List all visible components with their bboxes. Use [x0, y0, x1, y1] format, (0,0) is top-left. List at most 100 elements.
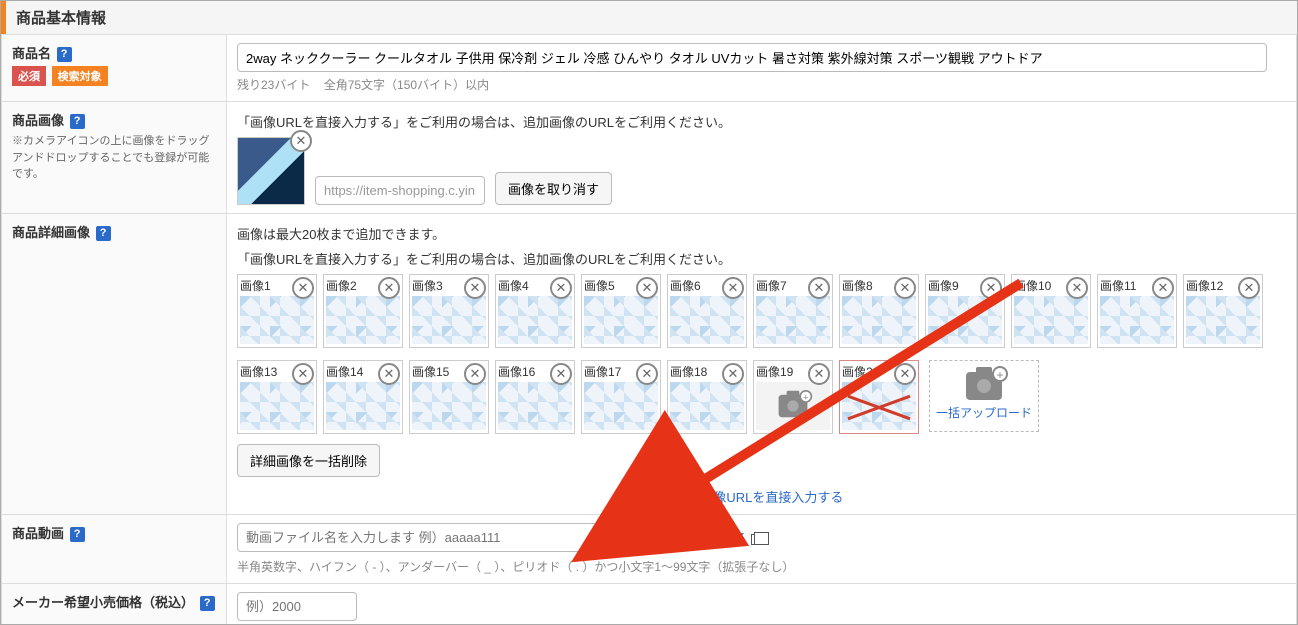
cancel-image-button[interactable]: 画像を取り消す — [495, 172, 612, 205]
detail-image-thumb[interactable]: 画像8✕ — [839, 274, 919, 348]
remove-image-button[interactable]: ✕ — [808, 277, 830, 299]
detail-image-preview — [928, 296, 1002, 344]
name-hint-right: 全角75文字（150バイト）以内 — [324, 78, 489, 92]
help-icon[interactable]: ? — [57, 47, 72, 62]
form-table: 商品名 ? 必須 検索対象 残り23バイト 全角75文字（150バイト）以内 商… — [1, 34, 1297, 625]
detail-note2: 「画像URLを直接入力する」をご利用の場合は、追加画像のURLをご利用ください。 — [237, 249, 1286, 268]
detail-image-thumb[interactable]: 画像7✕ — [753, 274, 833, 348]
remove-image-button[interactable]: ✕ — [1066, 277, 1088, 299]
remove-image-button[interactable]: ✕ — [1238, 277, 1260, 299]
badge-required: 必須 — [12, 66, 46, 86]
detail-image-thumb[interactable]: 画像10✕ — [1011, 274, 1091, 348]
external-link-icon — [751, 534, 764, 545]
detail-image-thumb[interactable]: 画像15✕ — [409, 360, 489, 434]
video-manage-link[interactable]: 動画管理一覧を見る — [630, 528, 764, 547]
row-video-label-cell: 商品動画 ? — [2, 515, 227, 584]
empty-image-slot[interactable]: + — [756, 382, 830, 430]
remove-image-button[interactable]: ✕ — [722, 277, 744, 299]
detail-image-preview — [1014, 296, 1088, 344]
detail-image-thumb[interactable]: 画像6✕ — [667, 274, 747, 348]
detail-image-thumb[interactable]: 画像1✕ — [237, 274, 317, 348]
detail-image-preview — [670, 296, 744, 344]
form-panel: 商品基本情報 商品名 ? 必須 検索対象 残り23バイト 全角75文字（150バ… — [0, 0, 1298, 625]
remove-image-button[interactable]: ✕ — [894, 277, 916, 299]
crossed-out-icon — [842, 382, 916, 430]
help-icon[interactable]: ? — [70, 527, 85, 542]
remove-image-button[interactable]: ✕ — [1152, 277, 1174, 299]
detail-image-preview — [1186, 296, 1260, 344]
detail-image-thumb[interactable]: 画像17✕ — [581, 360, 661, 434]
detail-image-thumb[interactable]: 画像20✕ — [839, 360, 919, 434]
camera-icon: + — [779, 395, 808, 417]
detail-image-grid: 画像1✕画像2✕画像3✕画像4✕画像5✕画像6✕画像7✕画像8✕画像9✕画像10… — [237, 274, 1286, 434]
image-label: 商品画像 — [12, 113, 64, 128]
bulk-upload-dropzone[interactable]: +一括アップロード — [929, 360, 1039, 432]
detail-image-thumb[interactable]: 画像16✕ — [495, 360, 575, 434]
detail-image-preview — [498, 296, 572, 344]
detail-image-preview — [412, 296, 486, 344]
detail-image-preview — [670, 382, 744, 430]
camera-icon: + — [966, 372, 1002, 400]
detail-image-thumb[interactable]: 画像19+✕ — [753, 360, 833, 434]
remove-image-button[interactable]: ✕ — [550, 363, 572, 385]
name-hint-left: 残り23バイト — [237, 78, 310, 92]
detail-image-preview — [842, 382, 916, 430]
row-detail-label-cell: 商品詳細画像 ? — [2, 214, 227, 515]
main-image-thumb[interactable]: ✕ — [237, 137, 305, 205]
remove-image-button[interactable]: ✕ — [464, 363, 486, 385]
remove-image-button[interactable]: ✕ — [722, 363, 744, 385]
detail-image-thumb[interactable]: 画像5✕ — [581, 274, 661, 348]
chevron-down-icon: ﹀ — [680, 488, 693, 507]
detail-image-preview — [240, 382, 314, 430]
direct-url-link[interactable]: 画像URLを直接入力する — [700, 490, 843, 505]
remove-image-button[interactable]: ✕ — [464, 277, 486, 299]
detail-image-thumb[interactable]: 画像11✕ — [1097, 274, 1177, 348]
remove-image-button[interactable]: ✕ — [550, 277, 572, 299]
image-url-input[interactable] — [315, 176, 485, 205]
row-name-label-cell: 商品名 ? 必須 検索対象 — [2, 35, 227, 102]
msrp-input[interactable] — [237, 592, 357, 621]
detail-image-thumb[interactable]: 画像12✕ — [1183, 274, 1263, 348]
detail-image-preview — [326, 382, 400, 430]
help-icon[interactable]: ? — [200, 596, 215, 611]
name-label: 商品名 — [12, 46, 51, 61]
video-filename-input[interactable] — [237, 523, 622, 552]
badge-search: 検索対象 — [52, 66, 108, 86]
remove-main-image-button[interactable]: ✕ — [290, 130, 312, 152]
section-title: 商品基本情報 — [1, 1, 1297, 34]
detail-image-preview — [1100, 296, 1174, 344]
detail-image-thumb[interactable]: 画像14✕ — [323, 360, 403, 434]
remove-image-button[interactable]: ✕ — [378, 363, 400, 385]
detail-image-thumb[interactable]: 画像9✕ — [925, 274, 1005, 348]
image-note: 「画像URLを直接入力する」をご利用の場合は、追加画像のURLをご利用ください。 — [237, 112, 1286, 131]
detail-image-thumb[interactable]: 画像2✕ — [323, 274, 403, 348]
help-icon[interactable]: ? — [96, 226, 111, 241]
remove-image-button[interactable]: ✕ — [980, 277, 1002, 299]
product-name-input[interactable] — [237, 43, 1267, 72]
remove-image-button[interactable]: ✕ — [636, 277, 658, 299]
direct-url-row: ﹀ 画像URLを直接入力する — [237, 487, 1286, 506]
remove-image-button[interactable]: ✕ — [894, 363, 916, 385]
detail-image-thumb[interactable]: 画像18✕ — [667, 360, 747, 434]
detail-images-label: 商品詳細画像 — [12, 225, 90, 240]
detail-image-preview — [498, 382, 572, 430]
detail-image-preview — [412, 382, 486, 430]
detail-image-preview — [326, 296, 400, 344]
detail-image-preview — [584, 382, 658, 430]
help-icon[interactable]: ? — [70, 114, 85, 129]
remove-image-button[interactable]: ✕ — [636, 363, 658, 385]
image-label-sub: ※カメラアイコンの上に画像をドラッグアンドドロップすることでも登録が可能です。 — [12, 133, 216, 183]
detail-note1: 画像は最大20枚まで追加できます。 — [237, 224, 1286, 243]
detail-image-preview — [842, 296, 916, 344]
remove-image-button[interactable]: ✕ — [292, 363, 314, 385]
bulk-delete-button[interactable]: 詳細画像を一括削除 — [237, 444, 380, 477]
remove-image-button[interactable]: ✕ — [378, 277, 400, 299]
remove-image-button[interactable]: ✕ — [292, 277, 314, 299]
detail-image-thumb[interactable]: 画像3✕ — [409, 274, 489, 348]
detail-image-thumb[interactable]: 画像13✕ — [237, 360, 317, 434]
video-hint: 半角英数字、ハイフン（ - ）、アンダーバー（ _ ）、ピリオド（ . ）かつ小… — [237, 558, 1286, 575]
detail-image-preview — [584, 296, 658, 344]
remove-image-button[interactable]: ✕ — [808, 363, 830, 385]
detail-image-thumb[interactable]: 画像4✕ — [495, 274, 575, 348]
video-manage-link-text: 動画管理一覧を見る — [630, 531, 747, 546]
